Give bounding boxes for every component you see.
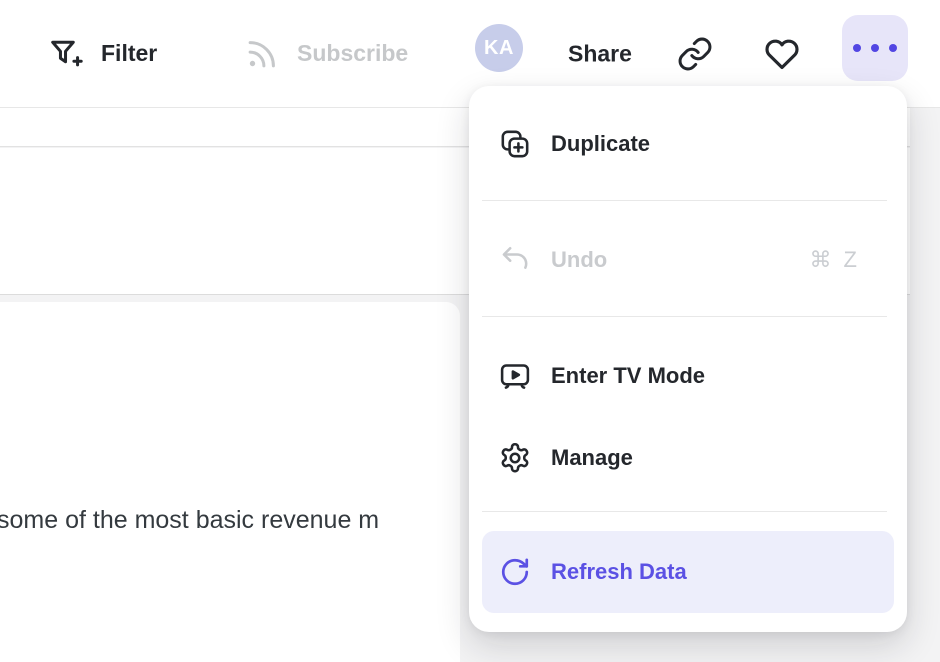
menu-item-duplicate[interactable]: Duplicate bbox=[482, 103, 894, 185]
menu-divider bbox=[482, 511, 887, 512]
menu-item-undo[interactable]: Undo ⌘ Z bbox=[482, 219, 894, 301]
favorite-button[interactable] bbox=[762, 34, 802, 74]
avatar[interactable]: KA bbox=[475, 24, 523, 72]
menu-item-refresh-data[interactable]: Refresh Data bbox=[482, 531, 894, 613]
heart-icon bbox=[762, 34, 802, 74]
body-text-fragment: some of the most basic revenue m bbox=[0, 502, 379, 538]
duplicate-icon bbox=[498, 127, 532, 161]
more-dropdown-menu: Duplicate Undo ⌘ Z Enter TV Mode bbox=[469, 86, 907, 632]
menu-item-manage[interactable]: Manage bbox=[482, 417, 894, 499]
rss-icon bbox=[243, 35, 281, 73]
filter-button[interactable]: Filter bbox=[47, 35, 157, 73]
subscribe-label: Subscribe bbox=[297, 40, 408, 67]
menu-item-label: Refresh Data bbox=[551, 559, 687, 585]
share-label: Share bbox=[568, 40, 632, 67]
menu-item-label: Duplicate bbox=[551, 131, 650, 157]
menu-divider bbox=[482, 316, 887, 317]
menu-item-label: Undo bbox=[551, 247, 607, 273]
avatar-initials: KA bbox=[484, 37, 514, 60]
share-button[interactable]: Share bbox=[568, 40, 632, 67]
refresh-icon bbox=[498, 555, 532, 589]
more-button[interactable] bbox=[842, 15, 908, 81]
menu-item-label: Manage bbox=[551, 445, 633, 471]
filter-label: Filter bbox=[101, 40, 157, 67]
menu-item-label: Enter TV Mode bbox=[551, 363, 705, 389]
subscribe-button[interactable]: Subscribe bbox=[243, 35, 408, 73]
menu-item-enter-tv-mode[interactable]: Enter TV Mode bbox=[482, 335, 894, 417]
tv-mode-icon bbox=[498, 359, 532, 393]
undo-shortcut: ⌘ Z bbox=[809, 247, 860, 273]
undo-icon bbox=[498, 243, 532, 277]
link-icon bbox=[676, 35, 714, 73]
ellipsis-icon bbox=[853, 44, 861, 52]
content-card-text: some of the most basic revenue m bbox=[0, 302, 460, 662]
copy-link-button[interactable] bbox=[676, 35, 714, 73]
filter-plus-icon bbox=[47, 35, 85, 73]
gear-icon bbox=[498, 441, 532, 475]
menu-divider bbox=[482, 200, 887, 201]
